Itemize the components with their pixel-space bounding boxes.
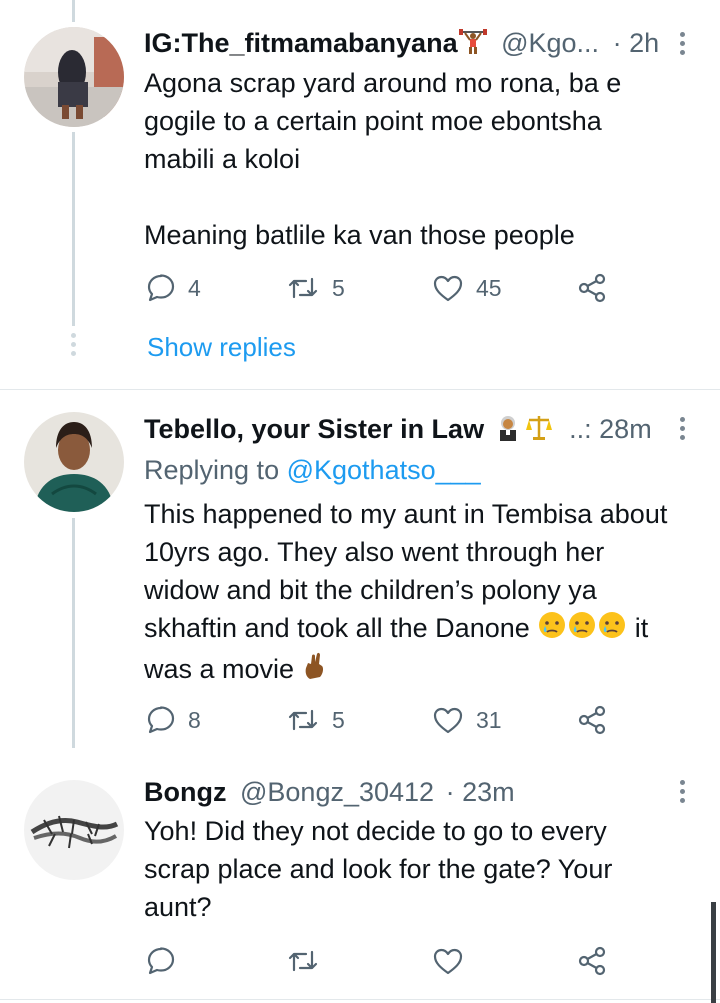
share-icon [578,273,606,303]
like-button[interactable]: 45 [432,268,502,308]
scales-icon [524,412,554,450]
tweet-text: Agona scrap yard around mo rona, ba e go… [144,64,704,254]
tweet-text-line: aunt? [144,892,212,922]
scrollbar-thumb[interactable] [711,902,716,1003]
speech-bubble-icon [147,947,175,975]
timestamp[interactable]: 23m [462,777,515,807]
timestamp[interactable]: 28m [599,414,652,444]
heart-icon [433,948,463,975]
more-vertical-icon[interactable] [678,32,686,59]
retweet-icon [288,709,318,731]
tweet-header: Tebello, your Sister in Law ..: 28m [144,412,652,450]
tweet-text-line: gogile to a certain point moe ebontsha [144,106,602,136]
retweet-icon [288,950,318,972]
tweet-text-line: Agona scrap yard around mo rona, ba e [144,68,622,98]
time-separator: · [445,777,455,807]
divider [0,999,720,1000]
tweet-text-segment: it [634,613,649,643]
timestamp[interactable]: 2h [629,28,659,58]
replying-prefix: Replying to [144,455,280,485]
display-name[interactable]: IG:The_fitmamabanyana [144,28,458,58]
avatar[interactable] [24,412,124,512]
tweet-header: IG:The_fitmamabanyana @Kgo... · 2h [144,26,659,64]
crying-face-icon [537,610,567,650]
divider [0,389,720,390]
tweet-text-line: mabili a koloi [144,144,301,174]
retweet-button[interactable]: 5 [286,700,345,740]
tweet-actions: 4 5 45 [144,268,624,308]
handle[interactable]: .. [569,414,584,444]
reply-button[interactable]: 8 [146,700,201,740]
tweet-text: This happened to my aunt in Tembisa abou… [144,495,704,691]
replying-handle[interactable]: @Kgothatso___ [287,455,481,485]
reply-button[interactable]: 4 [146,268,201,308]
tweet-text-line: skhaftin and took all the Danone it [144,609,704,650]
tweet-text-line: Yoh! Did they not decide to go to every [144,816,607,846]
share-icon [578,705,606,735]
tweet-text-line: scrap place and look for the gate? Your [144,854,613,884]
reply-count: 4 [188,274,201,301]
tweet-actions [144,941,624,981]
thread-connector [72,518,75,748]
heart-icon [433,707,463,734]
like-button[interactable] [432,941,464,981]
display-name[interactable]: Tebello, your Sister in Law [144,414,484,444]
crying-face-icon [567,610,597,650]
display-name[interactable]: Bongz [144,777,226,807]
time-separator: · [612,28,622,59]
tweet-text-segment: skhaftin and took all the Danone [144,613,530,643]
thread-connector [72,132,75,326]
retweet-count: 5 [332,706,345,733]
like-count: 45 [476,274,502,301]
replying-to: Replying to @Kgothatso___ [144,452,481,488]
share-button[interactable] [576,941,608,981]
more-vertical-icon[interactable] [678,780,686,807]
more-vertical-icon[interactable] [678,417,686,444]
crossed-fingers-icon [302,651,328,691]
like-count: 31 [476,706,502,733]
time-separator: : [584,414,592,445]
avatar[interactable] [24,780,124,880]
handle[interactable]: @Kgo... [501,28,599,58]
share-button[interactable] [576,268,608,308]
crying-face-icon [597,610,627,650]
thread-gap-dots [71,333,76,356]
retweet-button[interactable]: 5 [286,268,345,308]
retweet-count: 5 [332,274,345,301]
heart-icon [433,275,463,302]
tweet-text-line: Meaning batlile ka van those people [144,220,575,250]
tweet-text: Yoh! Did they not decide to go to every … [144,812,704,926]
tweet-actions: 8 5 31 [144,700,624,740]
retweet-icon [288,277,318,299]
tweet-text-segment: was a movie [144,653,295,684]
speech-bubble-icon [147,706,175,734]
tweet-text-line: was a movie [144,650,704,691]
tweet-text-line: widow and bit the children’s polony ya [144,575,597,605]
tweet-header: Bongz @Bongz_30412 · 23m [144,775,515,809]
reply-count: 8 [188,706,201,733]
avatar[interactable] [24,27,124,127]
tweet-text-line: 10yrs ago. They also went through her [144,537,605,567]
like-button[interactable]: 31 [432,700,502,740]
tweet-text-line: This happened to my aunt in Tembisa abou… [144,499,668,529]
tweet-text-line [144,178,704,216]
share-icon [578,946,606,976]
woman-lifting-weights-icon [458,26,488,64]
share-button[interactable] [576,700,608,740]
judge-icon [492,412,524,450]
show-replies-link[interactable]: Show replies [147,330,296,364]
thread-connector [72,0,75,22]
reply-button[interactable] [146,941,176,981]
speech-bubble-icon [147,274,175,302]
handle[interactable]: @Bongz_30412 [240,777,434,807]
retweet-button[interactable] [286,941,320,981]
